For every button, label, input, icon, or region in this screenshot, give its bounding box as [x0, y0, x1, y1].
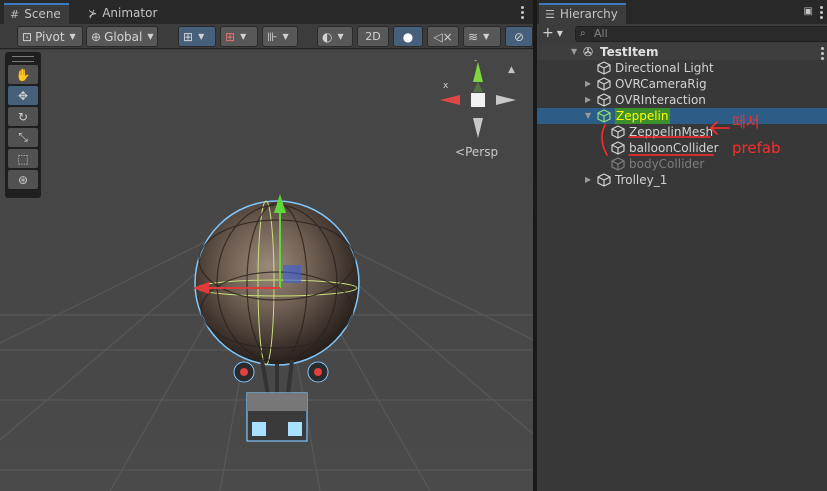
- layers-effects-icon: ≋: [468, 29, 479, 44]
- gameobject-cube-icon: [597, 77, 611, 91]
- search-placeholder: All: [594, 27, 608, 40]
- persp-chevron-icon: <: [455, 145, 466, 159]
- hand-tool[interactable]: ✋: [8, 65, 38, 84]
- hierarchy-menu-icon[interactable]: [820, 6, 824, 19]
- chevron-down-icon: ▼: [69, 32, 76, 41]
- expand-arrow-icon[interactable]: ▼: [571, 44, 577, 60]
- annotation-line1: 떼서: [732, 113, 760, 131]
- mode-2d-button[interactable]: 2D: [357, 26, 389, 47]
- rect-tool[interactable]: ⬚: [8, 149, 38, 168]
- tab-animator[interactable]: ⊁ Animator: [82, 3, 165, 24]
- animator-icon: ⊁: [88, 7, 98, 20]
- scene-menu-icon[interactable]: [521, 6, 525, 19]
- lock-icon[interactable]: ▲: [508, 65, 515, 75]
- move-tool[interactable]: ✥: [8, 86, 38, 105]
- scene-panel: # Scene ⊁ Animator ⊡ Pivot ▼ ⊕ Global ▼ …: [0, 0, 533, 491]
- shading-sphere-icon: ◐: [322, 29, 333, 44]
- add-object-button[interactable]: + ▼: [542, 25, 563, 41]
- tab-hierarchy-label: Hierarchy: [559, 7, 618, 21]
- scene-toolbar: ⊡ Pivot ▼ ⊕ Global ▼ ⊞ ▼ ⊞ ▼ ⊪ ▼ ◐ ▼ 2D: [0, 24, 533, 49]
- transform-tool[interactable]: ⊛: [8, 170, 38, 189]
- tree-item[interactable]: ▶ OVRCameraRig: [537, 76, 827, 92]
- tree-root-label: TestItem: [600, 45, 659, 59]
- shading-mode-dropdown[interactable]: ◐ ▼: [317, 26, 353, 47]
- global-label: Global: [104, 29, 143, 44]
- persp-label: Persp: [465, 145, 499, 159]
- chevron-down-icon: ▼: [483, 32, 490, 41]
- scale-tool[interactable]: ⤡: [8, 128, 38, 147]
- lightbulb-icon: ●: [402, 29, 414, 44]
- snap-increment-button[interactable]: ⊞ ▼: [220, 26, 258, 47]
- hierarchy-toolbar: + ▼ ⌕ All: [537, 24, 827, 44]
- tree-item-label: OVRCameraRig: [615, 77, 707, 91]
- tab-animator-label: Animator: [102, 6, 158, 20]
- scene-viewport[interactable]: ✋ ✥ ↻ ⤡ ⬚ ⊛ x y ▲ <Persp: [0, 50, 533, 491]
- tab-hierarchy[interactable]: ☰ Hierarchy: [539, 3, 626, 24]
- grid-snap-button[interactable]: ⊞ ▼: [178, 26, 216, 47]
- rotate-tool[interactable]: ↻: [8, 107, 38, 126]
- collapse-arrow-icon[interactable]: ▶: [585, 76, 591, 92]
- lock-icon[interactable]: ▣: [804, 6, 813, 17]
- scene-tabbar: # Scene ⊁ Animator: [0, 0, 533, 24]
- chevron-down-icon: ▼: [198, 32, 205, 41]
- tab-scene[interactable]: # Scene: [4, 3, 69, 24]
- chevron-down-icon: ▼: [337, 32, 344, 41]
- snap-increment-icon: ⊞: [225, 29, 236, 44]
- expand-arrow-icon[interactable]: ▼: [585, 108, 591, 124]
- lighting-toggle[interactable]: ●: [393, 26, 423, 47]
- gameobject-cube-icon: [597, 61, 611, 75]
- rect-transform-icon: ⬚: [17, 151, 29, 166]
- pivot-dropdown[interactable]: ⊡ Pivot ▼: [17, 26, 83, 47]
- chevron-down-icon: ▼: [556, 28, 563, 38]
- collapse-arrow-icon[interactable]: ▶: [585, 92, 591, 108]
- pivot-icon: ⊡: [22, 29, 33, 44]
- audio-toggle[interactable]: ◁×: [427, 26, 459, 47]
- plus-icon: +: [542, 25, 554, 41]
- root-menu-icon[interactable]: [821, 47, 824, 60]
- list-icon: ☰: [545, 8, 555, 21]
- hand-icon: ✋: [15, 67, 31, 82]
- hand-annotation: 떼서 prefab: [601, 113, 781, 157]
- unity-scene-icon: ✇: [583, 45, 594, 59]
- annotation-line2: prefab: [732, 139, 781, 157]
- hierarchy-panel: ☰ Hierarchy ▣ + ▼ ⌕ All ▼ ✇ TestItem Dir…: [537, 0, 827, 491]
- axis-y-label: y: [474, 60, 480, 62]
- chevron-down-icon: ▼: [147, 32, 154, 41]
- projection-toggle[interactable]: <Persp: [455, 145, 498, 159]
- grid-snap-icon: ⊞: [183, 29, 194, 44]
- global-dropdown[interactable]: ⊕ Global ▼: [86, 26, 158, 47]
- tool-palette: ✋ ✥ ↻ ⤡ ⬚ ⊛: [5, 52, 41, 198]
- pivot-label: Pivot: [35, 29, 65, 44]
- tree-item-label: Directional Light: [615, 61, 714, 75]
- globe-icon: ⊕: [91, 29, 102, 44]
- chevron-down-icon: ▼: [282, 32, 289, 41]
- tab-scene-label: Scene: [24, 7, 61, 21]
- orientation-gizmo[interactable]: x y: [438, 60, 518, 140]
- tree-root[interactable]: ▼ ✇ TestItem: [537, 44, 827, 60]
- axis-x-label: x: [443, 81, 449, 91]
- scale-icon: ⤡: [18, 130, 28, 144]
- eye-off-icon: ⊘: [513, 29, 525, 44]
- hash-grid-icon: #: [10, 8, 20, 21]
- collapse-arrow-icon[interactable]: ▶: [585, 172, 591, 188]
- search-icon: ⌕: [580, 28, 586, 39]
- hierarchy-search-input[interactable]: ⌕ All: [575, 26, 827, 42]
- hierarchy-tabbar: ☰ Hierarchy ▣: [537, 0, 827, 24]
- gameobject-cube-icon: [597, 173, 611, 187]
- move-arrows-icon: ✥: [17, 88, 29, 103]
- ruler-button[interactable]: ⊪ ▼: [262, 26, 298, 47]
- mode-2d-label: 2D: [365, 30, 381, 43]
- chevron-down-icon: ▼: [240, 32, 247, 41]
- tree-item[interactable]: Directional Light: [537, 60, 827, 76]
- ruler-icon: ⊪: [267, 29, 278, 44]
- rotate-icon: ↻: [17, 109, 29, 124]
- mute-audio-icon: ◁×: [433, 29, 453, 44]
- scene-visibility-toggle[interactable]: ⊘: [505, 26, 533, 47]
- transform-icon: ⊛: [17, 172, 29, 187]
- effects-dropdown[interactable]: ≋ ▼: [463, 26, 501, 47]
- palette-grip[interactable]: [12, 56, 34, 62]
